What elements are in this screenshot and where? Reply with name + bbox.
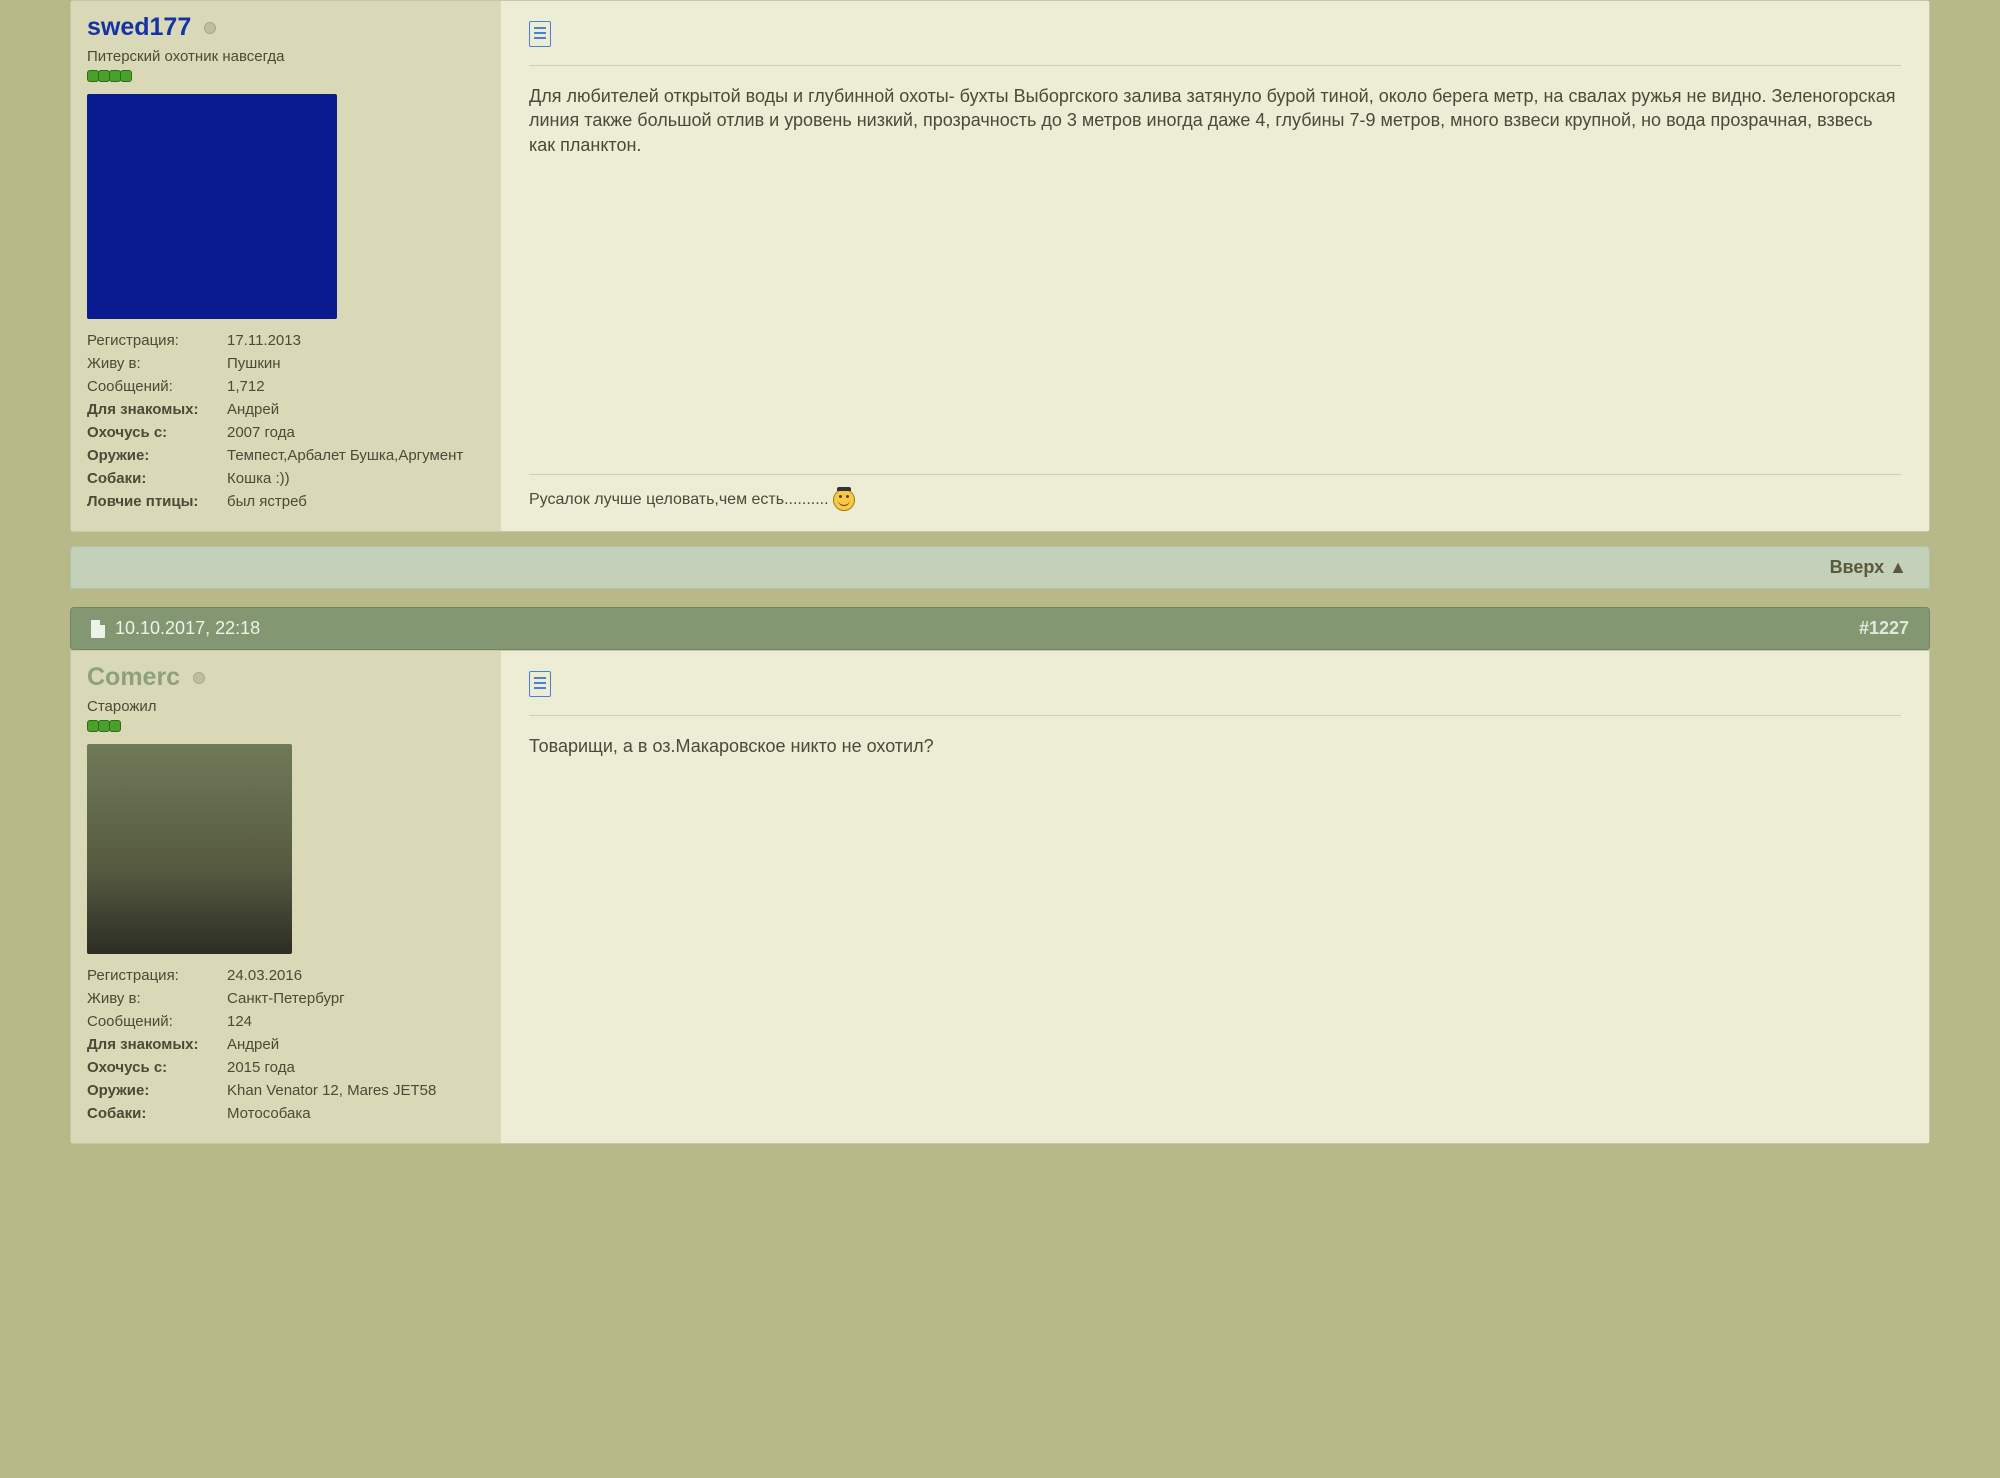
post-header: 10.10.2017, 22:18 #1227 (70, 607, 1930, 650)
profile-hunting-birds: Ловчие птицы:был ястреб (87, 490, 485, 513)
profile-weapon: Оружие:Khan Venator 12, Mares JET58 (87, 1079, 485, 1102)
profile-location: Живу в:Пушкин (87, 352, 485, 375)
status-offline-icon (193, 672, 205, 684)
avatar[interactable] (87, 94, 337, 319)
profile-dogs: Собаки:Кошка :)) (87, 467, 485, 490)
user-title: Старожил (87, 698, 485, 715)
profile-friends: Для знакомых:Андрей (87, 1033, 485, 1056)
profile-registration: Регистрация:17.11.2013 (87, 329, 485, 352)
post-2: Comerc Старожил Регистрация:24.03.2016 Ж… (70, 650, 1930, 1144)
divider (529, 65, 1901, 66)
post-sheet-icon (91, 620, 105, 638)
post-number-link[interactable]: #1227 (1859, 618, 1909, 639)
back-to-top-link[interactable]: Вверх ▲ (1830, 557, 1907, 577)
username: Comerc (87, 663, 485, 692)
post-datetime: 10.10.2017, 22:18 (115, 618, 260, 639)
profile-hunting-since: Охочусь с:2007 года (87, 421, 485, 444)
signature-text: Русалок лучше целовать,чем есть.........… (529, 491, 829, 509)
rank-pips (87, 719, 485, 736)
username: swed177 (87, 13, 485, 42)
profile-weapon: Оружие:Темпест,Арбалет Бушка,Аргумент (87, 444, 485, 467)
post-content: Для любителей открытой воды и глубинной … (501, 1, 1929, 531)
rank-pips (87, 69, 485, 86)
status-offline-icon (204, 22, 216, 34)
divider (529, 715, 1901, 716)
profile-hunting-since: Охочусь с:2015 года (87, 1056, 485, 1079)
post-1: swed177 Питерский охотник навсегда Регис… (70, 0, 1930, 532)
username-link[interactable]: swed177 (87, 13, 191, 41)
profile-location: Живу в:Санкт-Петербург (87, 987, 485, 1010)
laugh-emoji-icon (833, 489, 855, 511)
post-type-icon (529, 21, 1901, 51)
profile-registration: Регистрация:24.03.2016 (87, 964, 485, 987)
post-message: Товарищи, а в оз.Макаровское никто не ох… (529, 734, 1901, 1123)
profile-friends: Для знакомых:Андрей (87, 398, 485, 421)
post-type-icon (529, 671, 1901, 701)
username-link[interactable]: Comerc (87, 663, 180, 691)
profile-posts: Сообщений:1,712 (87, 375, 485, 398)
post-message: Для любителей открытой воды и глубинной … (529, 84, 1901, 434)
signature: Русалок лучше целовать,чем есть.........… (529, 489, 1901, 511)
back-to-top-bar: Вверх ▲ (70, 546, 1930, 589)
post-content: Товарищи, а в оз.Макаровское никто не ох… (501, 651, 1929, 1143)
user-panel: swed177 Питерский охотник навсегда Регис… (71, 1, 501, 531)
avatar[interactable] (87, 744, 292, 954)
user-panel: Comerc Старожил Регистрация:24.03.2016 Ж… (71, 651, 501, 1143)
profile-dogs: Собаки:Мотособака (87, 1102, 485, 1125)
user-title: Питерский охотник навсегда (87, 48, 485, 65)
signature-divider (529, 474, 1901, 475)
profile-posts: Сообщений:124 (87, 1010, 485, 1033)
